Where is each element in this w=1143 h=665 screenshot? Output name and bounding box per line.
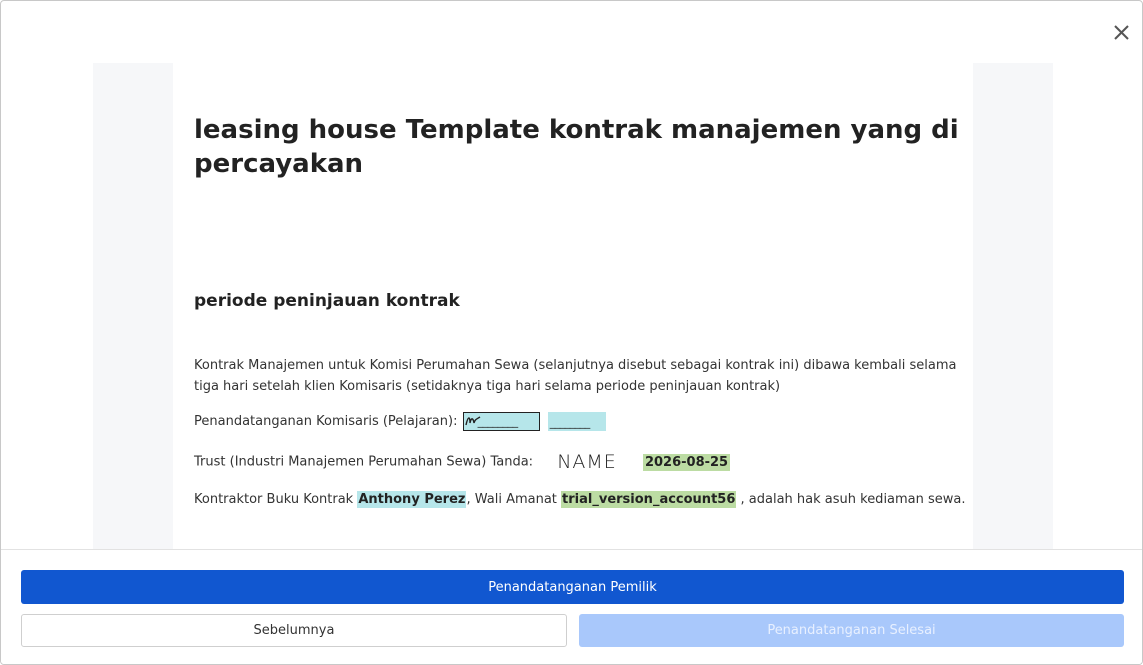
name-signature-field[interactable]: NAME — [557, 451, 617, 473]
trust-label: Trust (Industri Manajemen Perumahan Sewa… — [194, 454, 534, 470]
date-field[interactable]: 2026-08-25 — [642, 453, 731, 471]
contractor-line: Kontraktor Buku Kontrak Anthony Perez, W… — [194, 491, 966, 508]
trust-line: Trust (Industri Manajemen Perumahan Sewa… — [194, 451, 731, 473]
document-title: leasing house Template kontrak manajemen… — [194, 115, 959, 179]
signature-field-underline: ________ — [549, 416, 591, 429]
contractor-prefix: Kontraktor Buku Kontrak — [194, 492, 358, 507]
signer-label: Penandatanganan Komisaris (Pelajaran): — [194, 414, 458, 429]
modal-footer: Penandatanganan Pemilik Sebelumnya Penan… — [1, 549, 1142, 664]
contractor-name-field[interactable]: Anthony Perez — [357, 491, 467, 508]
close-icon[interactable] — [1109, 20, 1135, 46]
signature-field-filled[interactable]: ________ — [462, 412, 540, 431]
signature-field-empty[interactable]: ________ — [547, 412, 606, 431]
signature-field-underline: ________ — [477, 415, 519, 428]
contractor-suffix: , adalah hak asuh kediaman sewa. — [736, 492, 966, 507]
section-title: periode peninjauan kontrak — [194, 291, 460, 311]
previous-button[interactable]: Sebelumnya — [21, 614, 567, 647]
trustee-name-field[interactable]: trial_version_account56 — [561, 491, 737, 508]
signing-modal: leasing house Template kontrak manajemen… — [0, 0, 1143, 665]
signer-line: Penandatanganan Komisaris (Pelajaran): _… — [194, 412, 606, 431]
contract-paragraph: Kontrak Manajemen untuk Komisi Perumahan… — [194, 358, 957, 394]
document-page: leasing house Template kontrak manajemen… — [173, 63, 973, 549]
owner-sign-button[interactable]: Penandatanganan Pemilik — [21, 570, 1124, 604]
document-viewer[interactable]: leasing house Template kontrak manajemen… — [93, 63, 1053, 549]
finish-signing-button[interactable]: Penandatanganan Selesai — [579, 614, 1124, 647]
contractor-middle: , Wali Amanat — [466, 492, 562, 507]
